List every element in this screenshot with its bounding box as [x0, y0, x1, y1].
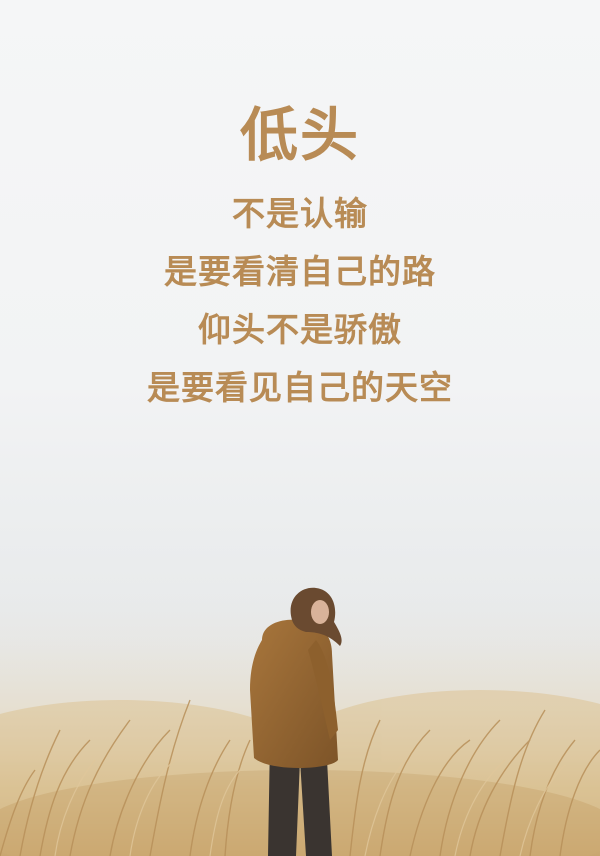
field-photo: [0, 587, 600, 856]
quote-line-1: 不是认输: [232, 194, 368, 233]
quote-block: 低头 不是认输 是要看清自己的路 仰头不是骄傲 是要看见自己的天空: [0, 95, 600, 417]
quote-line-3: 仰头不是骄傲: [198, 310, 402, 349]
poster-title: 低头: [239, 101, 360, 169]
poster: 低头 不是认输 是要看清自己的路 仰头不是骄傲 是要看见自己的天空: [0, 0, 600, 856]
quote-line-4: 是要看见自己的天空: [147, 368, 453, 407]
quote-line-2: 是要看清自己的路: [164, 252, 436, 291]
